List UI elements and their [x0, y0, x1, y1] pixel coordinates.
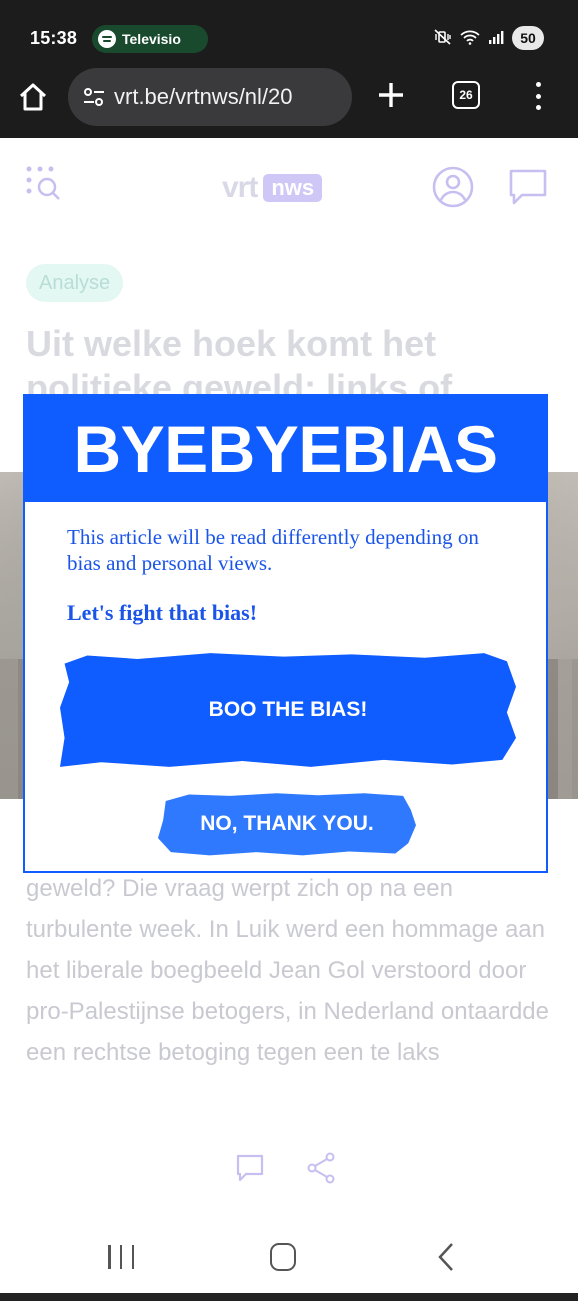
bottom-edge: [0, 1293, 578, 1301]
logo-badge: nws: [263, 174, 323, 202]
home-icon[interactable]: [16, 80, 50, 114]
browser-toolbar: vrt.be/vrtnws/nl/20 26: [0, 60, 578, 138]
status-time: 15:38: [30, 28, 78, 48]
site-header: vrt nws: [0, 138, 578, 238]
modal-title: BYEBYEBIAS: [73, 412, 498, 486]
modal-header: BYEBYEBIAS: [25, 396, 546, 502]
back-icon[interactable]: [436, 1241, 456, 1273]
comment-icon[interactable]: [236, 1154, 264, 1182]
category-badge[interactable]: Analyse: [26, 264, 124, 302]
address-bar[interactable]: vrt.be/vrtnws/nl/20: [68, 68, 352, 126]
system-nav-bar: [0, 1215, 578, 1301]
spotify-icon: [98, 30, 116, 48]
url-text: vrt.be/vrtnws/nl/20: [114, 84, 293, 109]
tab-switcher-button[interactable]: 26: [452, 81, 480, 109]
vrt-nws-logo[interactable]: vrt nws: [222, 171, 323, 205]
recent-apps-icon[interactable]: [108, 1245, 134, 1269]
modal-description: This article will be read differently de…: [67, 525, 479, 575]
status-bar: 15:38 Televisio 50: [0, 0, 578, 60]
comments-icon[interactable]: [508, 168, 548, 206]
vibrate-mute-icon: [434, 28, 452, 48]
article-actions: [0, 1150, 578, 1190]
logo-word: vrt: [222, 171, 258, 204]
signal-icon: [488, 30, 504, 47]
wifi-icon: [460, 29, 480, 48]
search-icon[interactable]: [26, 166, 64, 202]
share-icon[interactable]: [306, 1152, 336, 1184]
site-settings-icon[interactable]: [82, 86, 106, 108]
media-notification-pill[interactable]: Televisio: [92, 25, 208, 53]
media-app-label: Televisio: [122, 31, 181, 47]
profile-icon[interactable]: [432, 166, 474, 208]
modal-cta-text: Let's fight that bias!: [67, 600, 258, 625]
article-body: geweld? Die vraag werpt zich op na een t…: [26, 875, 549, 1066]
status-icons: 50: [434, 26, 544, 50]
home-nav-icon[interactable]: [270, 1243, 296, 1271]
three-dot-menu-icon[interactable]: [527, 78, 549, 114]
byebyebias-modal: BYEBYEBIAS This article will be read dif…: [23, 394, 548, 873]
no-thank-you-button[interactable]: NO, THANK YOU.: [158, 793, 416, 856]
battery-indicator: 50: [512, 26, 544, 50]
plus-icon[interactable]: [376, 80, 406, 110]
boo-the-bias-button[interactable]: BOO THE BIAS!: [60, 653, 516, 767]
